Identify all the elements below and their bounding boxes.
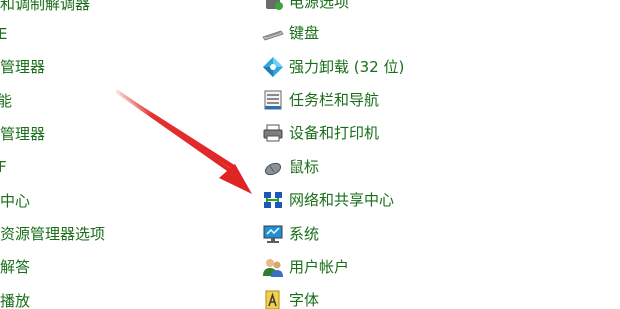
item-taskbar-navigation[interactable]: 任务栏和导航 — [262, 86, 379, 114]
left-item-manager-2[interactable]: 管理器 — [0, 120, 45, 148]
item-keyboard[interactable]: 键盘 — [262, 19, 319, 47]
left-item-manager-1[interactable]: 管理器 — [0, 53, 45, 81]
item-uninstaller[interactable]: 强力卸载 (32 位) — [262, 53, 404, 81]
item-mouse-label: 鼠标 — [289, 158, 320, 176]
power-options-icon — [262, 0, 284, 13]
system-monitor-icon — [262, 223, 284, 245]
item-keyboard-label: 键盘 — [289, 24, 320, 42]
uninstaller-icon — [262, 56, 284, 78]
left-item-autoplay[interactable]: 播放 — [0, 287, 30, 309]
left-item-3[interactable]: 能 — [0, 87, 12, 115]
item-system[interactable]: 系统 — [262, 220, 319, 248]
network-icon — [262, 189, 284, 211]
fonts-icon — [262, 289, 284, 309]
left-item-modem[interactable]: 和调制解调器 — [0, 0, 90, 18]
item-uninstaller-label: 强力卸载 (32 位) — [289, 58, 405, 76]
left-item-5[interactable]: F — [0, 153, 7, 181]
left-item-troubleshoot[interactable]: 解答 — [0, 253, 30, 281]
printer-icon — [262, 122, 284, 144]
item-system-label: 系统 — [289, 225, 320, 243]
item-power-options-label: 电源选项 — [289, 0, 350, 11]
item-power-options[interactable]: 电源选项 — [262, 0, 349, 16]
item-mouse[interactable]: 鼠标 — [262, 153, 319, 181]
item-fonts-label: 字体 — [289, 291, 320, 309]
item-taskbar-navigation-label: 任务栏和导航 — [289, 91, 380, 109]
left-item-1[interactable]: E — [0, 20, 7, 48]
keyboard-icon — [262, 22, 284, 44]
left-item-explorer-options[interactable]: 资源管理器选项 — [0, 220, 105, 248]
item-devices-printers-label: 设备和打印机 — [289, 124, 380, 142]
mouse-icon — [262, 156, 284, 178]
item-devices-printers[interactable]: 设备和打印机 — [262, 119, 379, 147]
item-user-accounts-label: 用户帐户 — [289, 258, 350, 276]
left-item-center[interactable]: 中心 — [0, 187, 30, 215]
item-network-sharing-center[interactable]: 网络和共享中心 — [262, 186, 394, 214]
user-accounts-icon — [262, 256, 284, 278]
item-network-sharing-center-label: 网络和共享中心 — [289, 191, 395, 209]
item-user-accounts[interactable]: 用户帐户 — [262, 253, 349, 281]
item-fonts[interactable]: 字体 — [262, 286, 319, 309]
taskbar-icon — [262, 89, 284, 111]
control-panel-window: 和调制解调器 E 管理器 能 管理器 F 中心 资源管理器选项 解答 播放 电源… — [0, 0, 620, 309]
